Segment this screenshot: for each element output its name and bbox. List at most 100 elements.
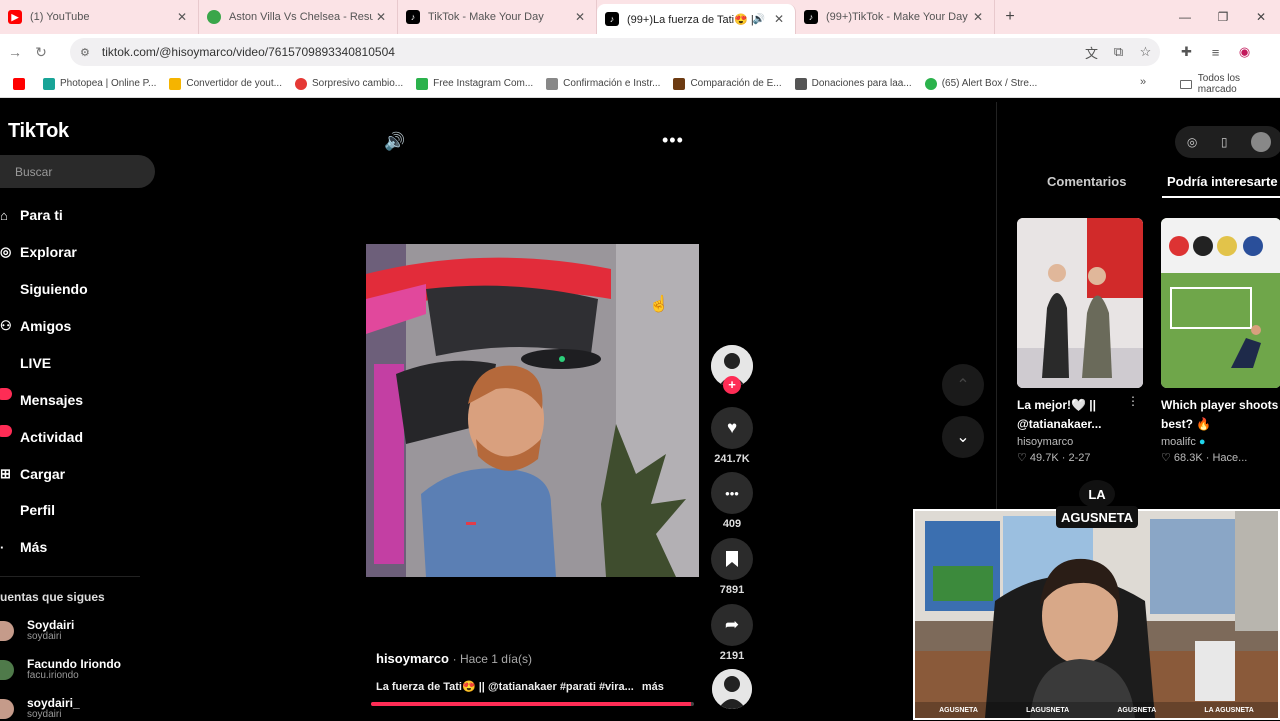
follow-plus-button[interactable]: + xyxy=(723,376,741,394)
tiktok-icon: ♪ xyxy=(605,12,619,26)
sound-avatar[interactable] xyxy=(712,669,752,709)
close-tab-icon[interactable]: ✕ xyxy=(572,10,588,24)
card-author[interactable]: moalifc ● xyxy=(1161,436,1280,448)
author-name[interactable]: hisoymarco xyxy=(376,651,449,666)
notification-badge xyxy=(0,388,12,400)
active-tab-indicator xyxy=(1162,196,1280,198)
nav-item-cargar[interactable]: ⊞ Cargar xyxy=(0,466,65,482)
comment-button[interactable]: ••• 409 xyxy=(711,472,753,530)
close-tab-icon[interactable]: ✕ xyxy=(970,10,986,24)
close-window-button[interactable]: ✕ xyxy=(1242,0,1280,34)
share-button[interactable]: ➦ 2191 xyxy=(711,604,753,662)
close-tab-icon[interactable]: ✕ xyxy=(174,10,190,24)
tiktok-logo[interactable]: TikTok xyxy=(0,120,69,143)
compass-icon[interactable]: ◎ xyxy=(1187,135,1197,149)
minimize-button[interactable]: — xyxy=(1166,0,1204,34)
new-tab-button[interactable]: + xyxy=(995,8,1025,26)
video-thumbnail[interactable] xyxy=(1017,218,1143,388)
video-thumbnail[interactable] xyxy=(1161,218,1280,388)
browser-tab[interactable]: ♪ TikTok - Make Your Day ✕ xyxy=(398,0,597,34)
like-button[interactable]: ♥ 241.7K xyxy=(711,407,753,465)
tab-comentarios[interactable]: Comentarios xyxy=(1047,174,1126,189)
tab-podria-interesarte[interactable]: Podría interesarte xyxy=(1167,174,1278,189)
more-options-icon[interactable]: ••• xyxy=(662,130,684,151)
bookmark-label: Convertidor de yout... xyxy=(186,78,282,89)
card-stats: ♡ 49.7K · 2-27 xyxy=(1017,452,1091,464)
bookmark-item[interactable]: Confirmación e Instr... xyxy=(546,77,660,90)
more-link[interactable]: más xyxy=(642,681,664,693)
social-handles: AGUSNETA LAGUSNETA AGUSNETA LA AGUSNETA xyxy=(915,702,1278,718)
browser-tab[interactable]: ♪ (99+)TikTok - Make Your Day ✕ xyxy=(796,0,995,34)
thumbnail-image xyxy=(1017,218,1143,388)
toolbar-icons: ✚ ≡ ◉ xyxy=(1172,34,1259,70)
extensions-icon[interactable]: ✚ xyxy=(1172,44,1201,60)
bookmark-item[interactable]: Donaciones para laa... xyxy=(794,77,912,90)
translate-icon[interactable]: 文 xyxy=(1078,43,1105,62)
speaker-icon[interactable]: 🔊 xyxy=(753,14,765,25)
followed-account[interactable]: soydairi_ soydairi xyxy=(0,697,80,721)
nav-item-mensajes[interactable]: Mensajes xyxy=(0,388,83,408)
nav-label: Actividad xyxy=(20,429,84,445)
previous-video-button[interactable]: ⌃ xyxy=(942,364,984,406)
next-video-button[interactable]: ⌄ xyxy=(942,416,984,458)
user-avatar[interactable] xyxy=(1251,132,1272,152)
nav-item-perfil[interactable]: Perfil xyxy=(0,502,55,518)
bookmark-item[interactable]: Photopea | Online P... xyxy=(43,77,156,90)
recommended-video-card[interactable]: La mejor!🤍 || @tatianakaer... hisoymarco… xyxy=(1017,218,1143,464)
install-app-icon[interactable]: ⧉ xyxy=(1105,44,1132,60)
converter-icon xyxy=(169,77,182,90)
close-tab-icon[interactable]: ✕ xyxy=(771,12,787,26)
bookmark-item[interactable] xyxy=(13,77,30,90)
bookmark-star-icon[interactable]: ☆ xyxy=(1132,44,1159,60)
bookmarks-overflow-icon[interactable]: » xyxy=(1140,76,1146,88)
profile-icon[interactable]: ◉ xyxy=(1230,44,1259,60)
video-progress-bar[interactable] xyxy=(371,702,694,706)
url-input[interactable]: ⚙ tiktok.com/@hisoymarco/video/761570989… xyxy=(70,38,1160,66)
search-input[interactable]: Buscar xyxy=(0,155,155,188)
upload-icon: ⊞ xyxy=(0,466,11,481)
tiktok-page: TikTok Buscar ⌂ Para ti ◎ Explorar Siguien… xyxy=(0,102,1280,720)
youtube-icon: ▶ xyxy=(8,10,22,24)
nav-item-siguiendo[interactable]: Siguiendo xyxy=(0,281,88,297)
youtube-icon xyxy=(13,77,25,90)
close-tab-icon[interactable]: ✕ xyxy=(373,10,389,24)
verified-icon: ● xyxy=(1198,436,1206,448)
bookmarks-bar: Photopea | Online P... Convertidor de yo… xyxy=(0,70,1280,98)
logo-text: TikTok xyxy=(8,120,69,142)
phone-icon[interactable]: ▯ xyxy=(1221,135,1228,149)
all-bookmarks-folder[interactable]: Todos los marcado xyxy=(1180,70,1280,98)
bookmark-item[interactable]: Convertidor de yout... xyxy=(169,77,282,90)
card-author[interactable]: hisoymarco xyxy=(1017,436,1143,448)
nav-item-explorar[interactable]: ◎ Explorar xyxy=(0,244,77,260)
reload-icon[interactable]: ↻ xyxy=(26,44,56,61)
bookmark-item[interactable]: Free Instagram Com... xyxy=(416,77,533,90)
avatar xyxy=(0,699,14,719)
volume-icon[interactable]: 🔊 xyxy=(384,132,405,152)
nav-item-mas[interactable]: · Más xyxy=(0,539,47,555)
x-handle: LAGUSNETA xyxy=(1026,706,1070,714)
nav-item-live[interactable]: LIVE xyxy=(0,355,51,371)
followed-account[interactable]: Facundo Iriondo facu.iriondo xyxy=(0,658,121,682)
folder-icon xyxy=(1180,79,1192,89)
nav-label: Siguiendo xyxy=(20,281,88,297)
bookmark-item[interactable]: Sorpresivo cambio... xyxy=(294,77,403,90)
bookmark-item[interactable]: Comparación de E... xyxy=(673,77,782,90)
media-controls-icon[interactable]: ≡ xyxy=(1201,45,1230,60)
browser-tab-active[interactable]: ♪ (99+)La fuerza de Tati😍 || @ 🔊 ✕ xyxy=(597,4,796,34)
card-more-icon[interactable]: ⋮ xyxy=(1127,394,1139,408)
card-title: Which player shoots best? 🔥 xyxy=(1161,398,1279,431)
nav-item-actividad[interactable]: Actividad xyxy=(0,425,84,445)
card-likes: 68.3K xyxy=(1173,452,1203,464)
window-controls: — ❐ ✕ xyxy=(1166,0,1280,34)
restore-button[interactable]: ❐ xyxy=(1204,0,1242,34)
browser-tab[interactable]: ▶ (1) YouTube ✕ xyxy=(0,0,199,34)
followed-account[interactable]: Soydairi soydairi xyxy=(0,619,74,643)
recommended-video-card[interactable]: Which player shoots best? 🔥 moalifc ● ♡ … xyxy=(1161,218,1280,464)
like-count: 241.7K xyxy=(714,453,750,465)
save-button[interactable]: 7891 xyxy=(711,538,753,596)
nav-item-para-ti[interactable]: ⌂ Para ti xyxy=(0,207,63,223)
bookmark-item[interactable]: (65) Alert Box / Stre... xyxy=(924,77,1037,90)
site-info-icon[interactable]: ⚙ xyxy=(80,46,90,59)
nav-item-amigos[interactable]: ⚇ Amigos xyxy=(0,318,71,334)
browser-tab[interactable]: Aston Villa Vs Chelsea - Resulta ✕ xyxy=(199,0,398,34)
